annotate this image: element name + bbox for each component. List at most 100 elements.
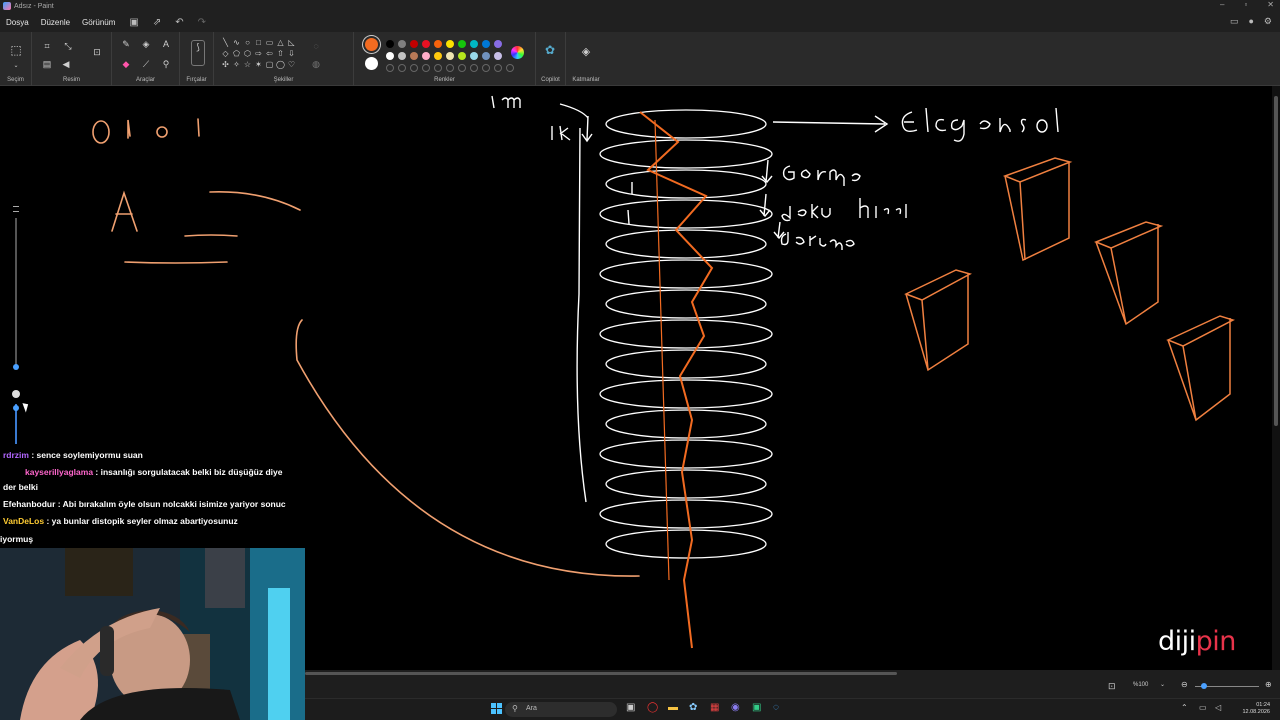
- brush-icon[interactable]: ⟆: [191, 40, 205, 66]
- zoom-out-icon[interactable]: ⊖: [1181, 680, 1188, 689]
- opacity-thumb[interactable]: [13, 405, 19, 411]
- color-swatch[interactable]: [434, 52, 442, 60]
- account-icon[interactable]: ●: [1248, 16, 1253, 27]
- zoom-value[interactable]: %100: [1133, 682, 1148, 688]
- color-swatch[interactable]: [482, 40, 490, 48]
- color-swatch[interactable]: [482, 52, 490, 60]
- layers-icon[interactable]: ◈: [580, 46, 592, 58]
- secondary-color[interactable]: [365, 57, 378, 70]
- rotate-icon[interactable]: ◀: [60, 58, 72, 70]
- fill-icon[interactable]: ◈: [140, 38, 152, 50]
- zoom-dropdown-icon[interactable]: ⌄: [1160, 681, 1165, 688]
- volume-icon[interactable]: ◁: [1215, 703, 1221, 712]
- color-swatch[interactable]: [386, 40, 394, 48]
- background-remove-icon[interactable]: ▤: [41, 58, 53, 70]
- horizontal-scrollbar[interactable]: [305, 672, 1272, 676]
- color-swatch[interactable]: [398, 52, 406, 60]
- custom-color-slot[interactable]: [422, 64, 430, 72]
- copilot-icon[interactable]: ✿: [544, 44, 556, 56]
- system-clock[interactable]: 01:24 12.08.2026: [1242, 702, 1270, 716]
- color-swatch[interactable]: [410, 52, 418, 60]
- fit-to-window-icon[interactable]: ⊡: [1108, 681, 1116, 692]
- feedback-icon[interactable]: ▭: [1230, 16, 1239, 27]
- color-swatch[interactable]: [458, 52, 466, 60]
- custom-color-slot[interactable]: [398, 64, 406, 72]
- file-explorer-icon[interactable]: ▬: [668, 702, 678, 713]
- chat-message: kayserillyaglama : insanlığı sorgulataca…: [25, 467, 283, 477]
- steam-icon[interactable]: ✿: [689, 702, 697, 713]
- paint-taskbar-icon[interactable]: ▣: [752, 702, 761, 713]
- magnifier-icon[interactable]: ⚲: [160, 58, 172, 70]
- slider-thumb[interactable]: [13, 364, 19, 370]
- tools-label: Araçlar: [135, 77, 155, 83]
- color-swatch[interactable]: [446, 40, 454, 48]
- image-search-icon[interactable]: ⊡: [91, 46, 103, 58]
- vertical-scrollbar[interactable]: [1272, 86, 1280, 670]
- horizontal-scroll-thumb[interactable]: [305, 672, 897, 675]
- pencil-icon[interactable]: ✎: [120, 38, 132, 50]
- close-button[interactable]: ✕: [1267, 0, 1274, 9]
- network-icon[interactable]: ▭: [1199, 703, 1207, 712]
- text-icon[interactable]: A: [160, 38, 172, 50]
- calendar-app-icon[interactable]: ▦: [710, 702, 719, 713]
- menu-file[interactable]: Dosya: [0, 18, 35, 27]
- coil-ellipse: [605, 349, 767, 379]
- opera-icon[interactable]: ◯: [647, 702, 658, 713]
- custom-color-slot[interactable]: [386, 64, 394, 72]
- brush-size-slider[interactable]: [10, 204, 22, 444]
- color-swatch[interactable]: [470, 40, 478, 48]
- color-swatch[interactable]: [446, 52, 454, 60]
- custom-color-slot[interactable]: [470, 64, 478, 72]
- edge-icon[interactable]: ◌: [773, 702, 779, 713]
- settings-icon[interactable]: ⚙: [1264, 16, 1272, 27]
- color-swatch[interactable]: [458, 40, 466, 48]
- outline-icon[interactable]: ◌: [310, 40, 322, 52]
- undo-icon[interactable]: ↶: [175, 17, 183, 28]
- custom-color-slot[interactable]: [506, 64, 514, 72]
- custom-color-slot[interactable]: [410, 64, 418, 72]
- custom-color-slot[interactable]: [494, 64, 502, 72]
- primary-color[interactable]: [365, 38, 378, 51]
- discord-icon[interactable]: ◉: [731, 702, 740, 713]
- shape-fill-icon[interactable]: ◍: [310, 58, 322, 70]
- minimize-button[interactable]: –: [1220, 0, 1224, 9]
- color-swatch[interactable]: [386, 52, 394, 60]
- shapes-gallery[interactable]: ╲ ∿ ○ □ ▭ △ ◺ ◇ ⬠ ⬡ ⇨ ⇦ ⇧ ⇩ ✣ ✧ ☆ ✶ ▢ ◯ ♡: [220, 38, 297, 71]
- eraser-icon[interactable]: ◆: [120, 58, 132, 70]
- custom-color-slot[interactable]: [446, 64, 454, 72]
- color-swatch[interactable]: [494, 40, 502, 48]
- save-icon[interactable]: ▣: [129, 17, 138, 28]
- coil-ellipse: [599, 319, 773, 349]
- color-swatch[interactable]: [398, 40, 406, 48]
- tray-chevron-icon[interactable]: ⌃: [1181, 703, 1188, 712]
- color-palette[interactable]: [386, 40, 518, 76]
- color-swatch[interactable]: [422, 52, 430, 60]
- menu-edit[interactable]: Düzenle: [35, 18, 76, 27]
- color-swatch[interactable]: [494, 52, 502, 60]
- chevron-down-icon[interactable]: ⌄: [10, 60, 22, 72]
- color-swatch[interactable]: [434, 40, 442, 48]
- color-swatch[interactable]: [422, 40, 430, 48]
- custom-color-slot[interactable]: [458, 64, 466, 72]
- task-view-icon[interactable]: ▣: [626, 702, 635, 713]
- maximize-button[interactable]: ▫: [1244, 0, 1247, 9]
- custom-color-slot[interactable]: [482, 64, 490, 72]
- resize-icon[interactable]: ⤡: [62, 40, 74, 52]
- color-swatch[interactable]: [470, 52, 478, 60]
- zoom-in-icon[interactable]: ⊕: [1265, 680, 1272, 689]
- copilot-label: Copilot: [541, 77, 560, 83]
- vertical-scroll-thumb[interactable]: [1274, 96, 1278, 426]
- chat-message: VanDeLos : ya bunlar distopik seyler olm…: [3, 516, 238, 526]
- crop-icon[interactable]: ⌗: [41, 40, 53, 52]
- zoom-slider-thumb[interactable]: [1201, 683, 1207, 689]
- color-picker-icon[interactable]: ⟋: [140, 58, 152, 70]
- color-swatch[interactable]: [410, 40, 418, 48]
- menu-view[interactable]: Görünüm: [76, 18, 121, 27]
- select-icon[interactable]: ⬚: [10, 44, 22, 56]
- edit-colors-icon[interactable]: [511, 46, 524, 59]
- redo-icon[interactable]: ↷: [198, 17, 206, 28]
- start-icon[interactable]: [491, 703, 502, 714]
- taskbar-search[interactable]: ⚲ Ara: [505, 702, 617, 717]
- custom-color-slot[interactable]: [434, 64, 442, 72]
- share-icon[interactable]: ⇗: [153, 17, 161, 28]
